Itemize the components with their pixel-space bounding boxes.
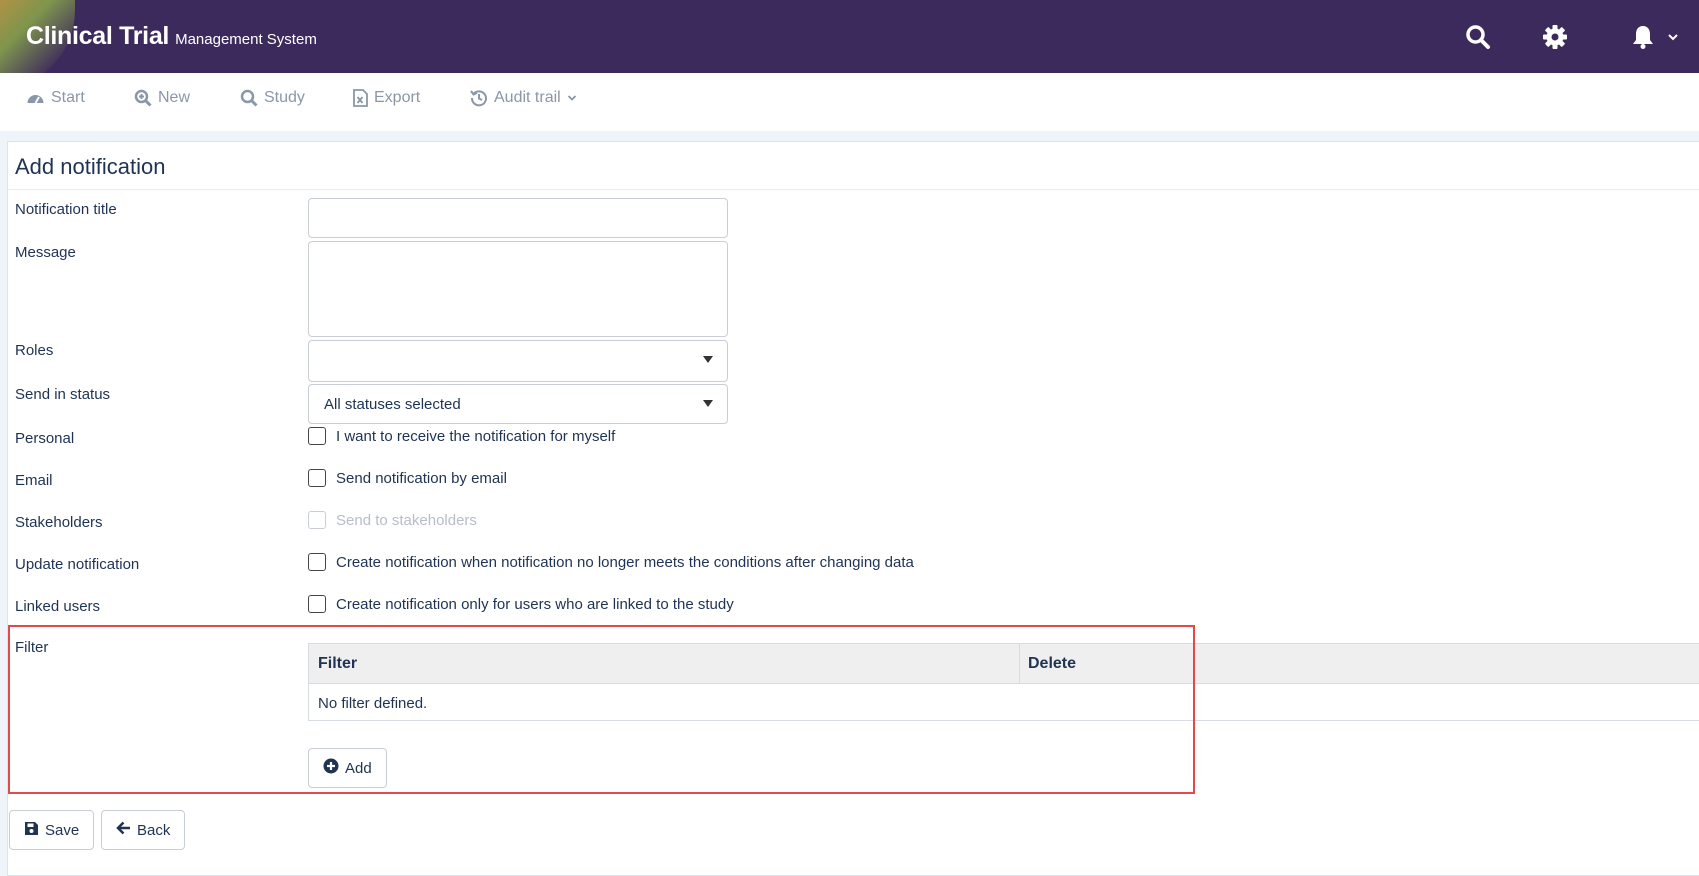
brand-subtitle: Management System xyxy=(175,31,317,48)
nav-audit-trail-label: Audit trail xyxy=(494,89,561,106)
dashboard-icon xyxy=(26,90,45,107)
message-textarea[interactable] xyxy=(308,241,728,337)
personal-checkbox[interactable] xyxy=(308,427,326,445)
title-divider xyxy=(8,189,1699,190)
column-divider xyxy=(1019,644,1020,684)
send-in-status-value: All statuses selected xyxy=(324,396,461,413)
email-checkbox[interactable] xyxy=(308,469,326,487)
top-header: Clinical Trial Management System xyxy=(0,0,1699,73)
add-filter-label: Add xyxy=(345,759,372,777)
nav-start[interactable]: Start xyxy=(26,89,85,107)
nav-audit-trail[interactable]: Audit trail xyxy=(470,89,577,107)
zoom-plus-icon xyxy=(134,89,152,107)
linked-users-checkbox-row[interactable]: Create notification only for users who a… xyxy=(308,595,734,613)
search-icon xyxy=(240,89,258,107)
linked-users-label: Linked users xyxy=(15,598,101,615)
filter-table: Filter Delete No filter defined. xyxy=(308,643,1699,721)
stakeholders-label: Stakeholders xyxy=(15,514,103,531)
filter-empty-message: No filter defined. xyxy=(318,695,428,712)
send-in-status-select[interactable]: All statuses selected xyxy=(308,384,728,424)
bell-icon[interactable] xyxy=(1626,20,1660,54)
email-label: Email xyxy=(15,472,53,489)
caret-down-icon xyxy=(703,400,713,407)
send-in-status-label: Send in status xyxy=(15,386,111,403)
column-header-delete: Delete xyxy=(1028,655,1077,672)
linked-users-checkbox[interactable] xyxy=(308,595,326,613)
excel-file-icon xyxy=(353,89,368,107)
save-button[interactable]: Save xyxy=(9,810,95,850)
nav-new[interactable]: New xyxy=(134,89,190,107)
email-checkbox-row[interactable]: Send notification by email xyxy=(308,469,507,487)
nav-export[interactable]: Export xyxy=(353,89,420,107)
filter-label: Filter xyxy=(15,639,49,656)
nav-export-label: Export xyxy=(374,89,421,106)
update-notification-checkbox-row[interactable]: Create notification when notification no… xyxy=(308,553,914,571)
notification-title-label: Notification title xyxy=(15,201,117,218)
notification-title-input[interactable] xyxy=(308,198,728,238)
personal-label: Personal xyxy=(15,430,75,447)
stakeholders-checkbox-row: Send to stakeholders xyxy=(308,511,477,529)
email-checkbox-label: Send notification by email xyxy=(336,469,507,487)
nav-study[interactable]: Study xyxy=(240,89,305,107)
gear-icon[interactable] xyxy=(1538,20,1572,54)
message-label: Message xyxy=(15,244,76,261)
roles-select[interactable] xyxy=(308,340,728,382)
update-notification-checkbox[interactable] xyxy=(308,553,326,571)
nav-study-label: Study xyxy=(264,89,305,106)
save-label: Save xyxy=(45,821,80,839)
filter-table-header: Filter Delete xyxy=(309,644,1699,684)
add-filter-button[interactable]: Add xyxy=(308,748,387,788)
history-icon xyxy=(470,89,488,107)
back-label: Back xyxy=(137,821,171,839)
stakeholders-checkbox-label: Send to stakeholders xyxy=(336,511,477,529)
main-navigation: Start New Study Export Audit trail xyxy=(0,73,1699,131)
roles-label: Roles xyxy=(15,342,54,359)
update-notification-label: Update notification xyxy=(15,556,140,573)
app-brand[interactable]: Clinical Trial Management System xyxy=(26,22,317,51)
search-icon[interactable] xyxy=(1461,20,1495,54)
arrow-left-icon xyxy=(116,821,131,839)
nav-start-label: Start xyxy=(51,89,85,106)
update-notification-checkbox-label: Create notification when notification no… xyxy=(336,553,914,571)
caret-down-icon xyxy=(703,356,713,363)
linked-users-checkbox-label: Create notification only for users who a… xyxy=(336,595,734,613)
brand-title: Clinical Trial xyxy=(26,22,170,50)
page-title: Add notification xyxy=(15,154,166,179)
add-notification-panel: Add notification Notification title Mess… xyxy=(7,141,1699,876)
nav-new-label: New xyxy=(158,89,191,106)
chevron-down-icon[interactable] xyxy=(1663,20,1683,54)
chevron-down-icon xyxy=(567,93,577,103)
column-header-filter: Filter xyxy=(318,655,358,672)
personal-checkbox-label: I want to receive the notification for m… xyxy=(336,427,616,445)
plus-circle-icon xyxy=(323,758,339,778)
stakeholders-checkbox xyxy=(308,511,326,529)
back-button[interactable]: Back xyxy=(101,810,186,850)
floppy-disk-icon xyxy=(24,821,39,840)
personal-checkbox-row[interactable]: I want to receive the notification for m… xyxy=(308,427,615,445)
